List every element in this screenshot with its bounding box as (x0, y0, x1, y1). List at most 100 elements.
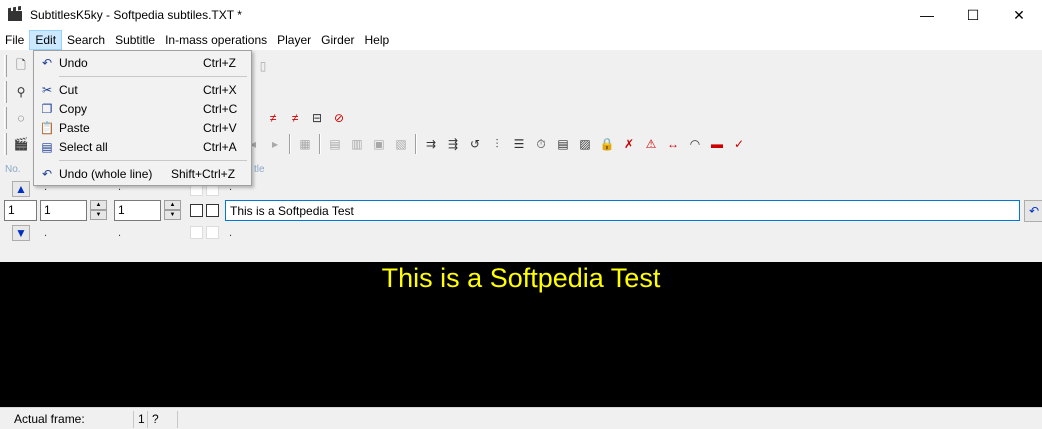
menu-item-label: Undo (59, 56, 88, 70)
next-row-button[interactable]: ▼ (12, 225, 30, 241)
frame-gear-icon[interactable]: ▥ (347, 134, 367, 154)
film-icon[interactable]: ▦ (295, 134, 315, 154)
menu-item-shortcut: Ctrl+Z (203, 56, 236, 70)
lock-icon[interactable]: 🔒 (597, 134, 617, 154)
window-controls: — ☐ ✕ (904, 0, 1042, 30)
spin-down-icon[interactable]: ▼ (164, 210, 181, 220)
subtitle-text-input[interactable]: This is a Softpedia Test (225, 200, 1020, 221)
frame-sync-icon[interactable]: ▣ (369, 134, 389, 154)
menu-item-cut[interactable]: ✂ Cut Ctrl+X (34, 81, 251, 99)
speedometer-icon[interactable]: ◠ (685, 134, 705, 154)
shift-right-icon[interactable]: ⇉ (421, 134, 441, 154)
arrow-down-icon: ▼ (15, 226, 27, 240)
status-frame-label: Actual frame: (10, 411, 134, 428)
start-time-spinner[interactable]: ▲ ▼ (90, 200, 107, 220)
menu-item-select-all[interactable]: ▤ Select all Ctrl+A (34, 138, 251, 156)
menu-bar: File Edit Search Subtitle In-mass operat… (0, 30, 1042, 50)
end-time-field[interactable]: 1 (114, 200, 161, 221)
document-delete-icon[interactable]: ✗ (619, 134, 639, 154)
spin-down-icon[interactable]: ▼ (90, 210, 107, 220)
maximize-button[interactable]: ☐ (950, 0, 996, 30)
menu-separator (59, 160, 247, 161)
toolbar-search: ⚲ (4, 79, 32, 105)
no-sign-icon[interactable]: ⊘ (329, 108, 349, 128)
menu-separator (59, 76, 247, 77)
start-time-field[interactable]: 1 (40, 200, 87, 221)
new-file-icon[interactable]: 🗋 (11, 56, 31, 76)
menu-file[interactable]: File (0, 30, 29, 50)
menu-edit[interactable]: Edit (29, 30, 63, 50)
split-icon[interactable]: ↔ (663, 134, 683, 154)
minimize-button[interactable]: — (904, 0, 950, 30)
menu-item-undo-whole-line[interactable]: ↶ Undo (whole line) Shift+Ctrl+Z (34, 165, 251, 183)
step-forward-icon[interactable]: ▸ (265, 134, 285, 154)
menu-item-paste[interactable]: 📋 Paste Ctrl+V (34, 119, 251, 137)
previous-row-button[interactable]: ▲ (12, 181, 30, 197)
toolbar-grip[interactable] (4, 55, 7, 77)
clapperboard-tool-icon[interactable]: 🎬 (11, 134, 31, 154)
undo-line-button[interactable]: ↶ (1024, 200, 1042, 222)
next-end-value: . (118, 227, 122, 239)
frame-icon[interactable]: ▤ (325, 134, 345, 154)
row-number-field[interactable]: 1 (4, 200, 37, 221)
column-header-title: tle (254, 164, 265, 175)
menu-item-shortcut: Ctrl+A (203, 140, 237, 154)
check-wrap-icon[interactable]: ✓ (729, 134, 749, 154)
menu-subtitle[interactable]: Subtitle (110, 30, 160, 50)
row-checkbox-2[interactable] (206, 204, 219, 217)
menu-item-label: Cut (59, 83, 78, 97)
toolbar-separator (415, 134, 417, 154)
insert-line-icon[interactable]: ⊟ (307, 108, 327, 128)
title-bar: SubtitlesK5ky - Softpedia subtiles.TXT *… (0, 0, 1042, 30)
status-fps: ? fps (148, 411, 178, 428)
next-checkbox-2[interactable] (206, 226, 219, 239)
menu-item-undo[interactable]: ↶ Undo Ctrl+Z (34, 54, 251, 72)
toolbar-grip[interactable] (4, 81, 7, 103)
clapperboard-icon (8, 5, 24, 23)
paste-icon: 📋 (39, 121, 55, 135)
menu-item-copy[interactable]: ❐ Copy Ctrl+C (34, 100, 251, 118)
lasso-icon[interactable]: ◌ (11, 108, 31, 128)
arrow-up-icon: ▲ (15, 182, 27, 196)
film-strip-icon[interactable]: ▬ (707, 134, 727, 154)
video-preview[interactable]: This is a Softpedia Test (0, 262, 1042, 407)
menu-item-shortcut: Ctrl+V (203, 121, 237, 135)
menu-item-label: Paste (59, 121, 90, 135)
close-button[interactable]: ✕ (996, 0, 1042, 30)
delete-block-icon[interactable]: ≠ (285, 108, 305, 128)
next-start-value: . (44, 227, 48, 239)
binoculars-icon[interactable]: ⚲ (11, 82, 31, 102)
list-align-icon[interactable]: ☰ (509, 134, 529, 154)
toolbar-separator (319, 134, 321, 154)
spin-up-icon[interactable]: ▲ (90, 200, 107, 210)
frame-stack-icon[interactable]: ▧ (391, 134, 411, 154)
undo-icon: ↶ (1028, 204, 1040, 218)
shift-all-icon[interactable]: ⇶ (443, 134, 463, 154)
status-bar: Actual frame: 1 ? fps (0, 407, 1042, 429)
warning-icon[interactable]: ⚠ (641, 134, 661, 154)
stopwatch-icon[interactable]: ⏱ (531, 134, 551, 154)
menu-search[interactable]: Search (62, 30, 110, 50)
menu-item-shortcut: Shift+Ctrl+Z (171, 167, 236, 181)
align-icon[interactable]: ⫶ (487, 134, 507, 154)
spin-up-icon[interactable]: ▲ (164, 200, 181, 210)
next-checkbox-1[interactable] (190, 226, 203, 239)
document-check-icon[interactable]: ▨ (575, 134, 595, 154)
menu-in-mass-operations[interactable]: In-mass operations (160, 30, 272, 50)
next-text-value: . (229, 227, 233, 239)
end-time-spinner[interactable]: ▲ ▼ (164, 200, 181, 220)
edit-menu-dropdown: ↶ Undo Ctrl+Z ✂ Cut Ctrl+X ❐ Copy Ctrl+C… (33, 50, 252, 186)
lasso-select-icon[interactable]: ↺ (465, 134, 485, 154)
menu-girder[interactable]: Girder (316, 30, 359, 50)
menu-help[interactable]: Help (360, 30, 395, 50)
toolbar-separator (289, 134, 291, 154)
toolbar-button-icon[interactable]: ▯ (253, 56, 273, 76)
menu-player[interactable]: Player (272, 30, 316, 50)
menu-item-shortcut: Ctrl+X (203, 83, 237, 97)
list-edit-icon[interactable]: ▤ (553, 134, 573, 154)
toolbar-grip[interactable] (4, 133, 7, 155)
row-checkbox-1[interactable] (190, 204, 203, 217)
status-frame-value: 1 (134, 411, 148, 428)
toolbar-grip[interactable] (4, 107, 7, 129)
delete-line-icon[interactable]: ≠ (263, 108, 283, 128)
